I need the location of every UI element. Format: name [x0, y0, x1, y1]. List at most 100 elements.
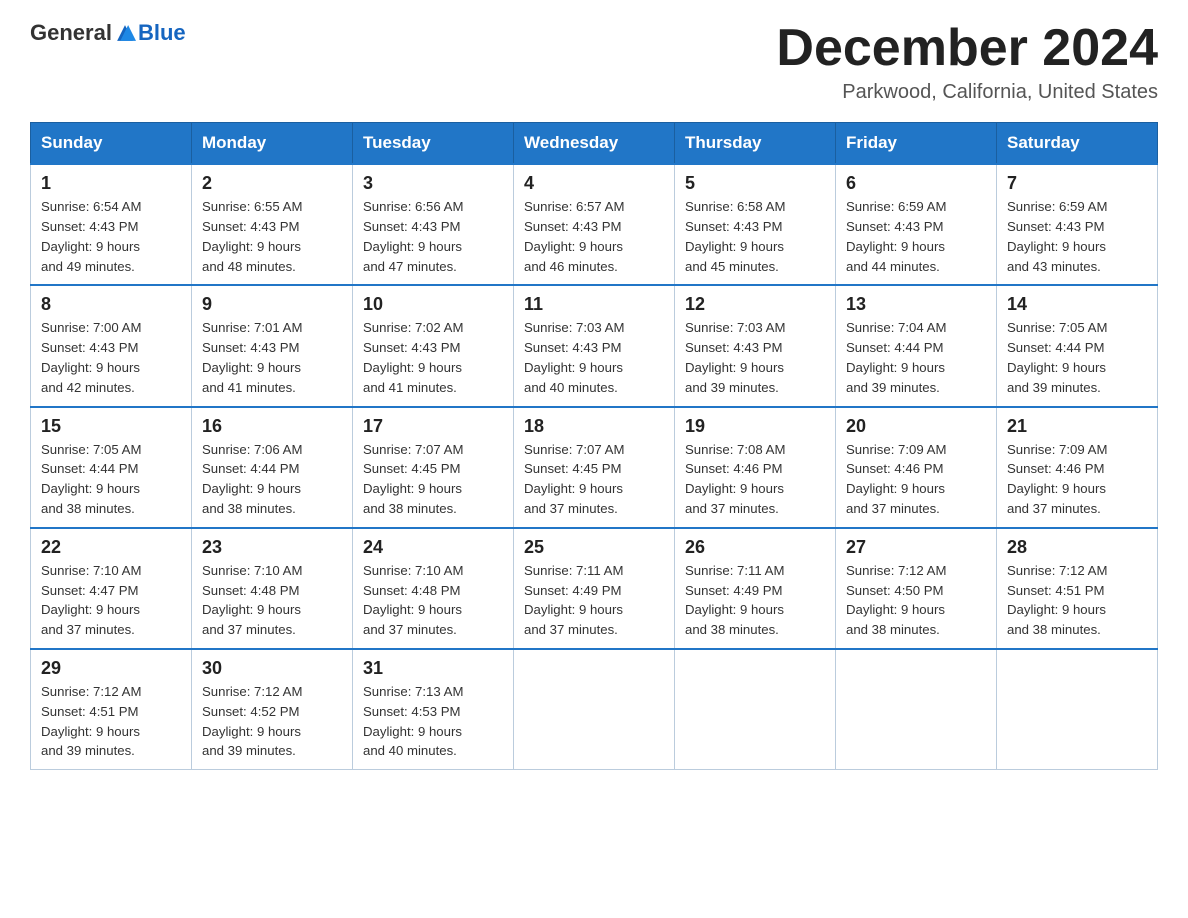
day-number: 10 — [363, 294, 503, 315]
day-info: Sunrise: 6:58 AMSunset: 4:43 PMDaylight:… — [685, 197, 825, 276]
day-number: 1 — [41, 173, 181, 194]
day-info: Sunrise: 6:55 AMSunset: 4:43 PMDaylight:… — [202, 197, 342, 276]
calendar-cell: 11 Sunrise: 7:03 AMSunset: 4:43 PMDayligh… — [514, 285, 675, 406]
day-info: Sunrise: 6:57 AMSunset: 4:43 PMDaylight:… — [524, 197, 664, 276]
header-sunday: Sunday — [31, 123, 192, 165]
day-info: Sunrise: 7:03 AMSunset: 4:43 PMDaylight:… — [524, 318, 664, 397]
logo-icon — [114, 22, 136, 44]
calendar-cell: 24Sunrise: 7:10 AMSunset: 4:48 PMDayligh… — [353, 528, 514, 649]
day-number: 18 — [524, 416, 664, 437]
calendar-cell: 2 Sunrise: 6:55 AMSunset: 4:43 PMDaylight… — [192, 164, 353, 285]
day-number: 11 — [524, 294, 664, 315]
day-number: 7 — [1007, 173, 1147, 194]
header-wednesday: Wednesday — [514, 123, 675, 165]
calendar-cell: 14 Sunrise: 7:05 AMSunset: 4:44 PMDayligh… — [997, 285, 1158, 406]
calendar-cell: 19 Sunrise: 7:08 AMSunset: 4:46 PMDayligh… — [675, 407, 836, 528]
day-info: Sunrise: 7:10 AMSunset: 4:48 PMDaylight:… — [363, 561, 503, 640]
day-number: 6 — [846, 173, 986, 194]
day-info: Sunrise: 7:00 AMSunset: 4:43 PMDaylight:… — [41, 318, 181, 397]
day-number: 31 — [363, 658, 503, 679]
calendar-cell: 5 Sunrise: 6:58 AMSunset: 4:43 PMDaylight… — [675, 164, 836, 285]
day-info: Sunrise: 7:11 AMSunset: 4:49 PMDaylight:… — [685, 561, 825, 640]
day-info: Sunrise: 7:05 AMSunset: 4:44 PMDaylight:… — [1007, 318, 1147, 397]
calendar-cell: 28 Sunrise: 7:12 AMSunset: 4:51 PMDayligh… — [997, 528, 1158, 649]
day-number: 4 — [524, 173, 664, 194]
day-number: 5 — [685, 173, 825, 194]
day-number: 23 — [202, 537, 342, 558]
calendar-cell: 30Sunrise: 7:12 AMSunset: 4:52 PMDayligh… — [192, 649, 353, 770]
day-info: Sunrise: 7:05 AMSunset: 4:44 PMDaylight:… — [41, 440, 181, 519]
day-number: 14 — [1007, 294, 1147, 315]
day-number: 28 — [1007, 537, 1147, 558]
calendar-cell: 9 Sunrise: 7:01 AMSunset: 4:43 PMDaylight… — [192, 285, 353, 406]
day-info: Sunrise: 7:04 AMSunset: 4:44 PMDaylight:… — [846, 318, 986, 397]
day-number: 20 — [846, 416, 986, 437]
day-number: 30 — [202, 658, 342, 679]
location: Parkwood, California, United States — [776, 81, 1158, 104]
day-info: Sunrise: 7:11 AMSunset: 4:49 PMDaylight:… — [524, 561, 664, 640]
calendar-cell: 23 Sunrise: 7:10 AMSunset: 4:48 PMDayligh… — [192, 528, 353, 649]
day-number: 3 — [363, 173, 503, 194]
week-row-2: 8 Sunrise: 7:00 AMSunset: 4:43 PMDaylight… — [31, 285, 1158, 406]
day-info: Sunrise: 7:09 AMSunset: 4:46 PMDaylight:… — [846, 440, 986, 519]
calendar-cell: 26 Sunrise: 7:11 AMSunset: 4:49 PMDayligh… — [675, 528, 836, 649]
header-row: SundayMondayTuesdayWednesdayThursdayFrid… — [31, 123, 1158, 165]
header-saturday: Saturday — [997, 123, 1158, 165]
day-number: 27 — [846, 537, 986, 558]
day-number: 22 — [41, 537, 181, 558]
day-info: Sunrise: 7:01 AMSunset: 4:43 PMDaylight:… — [202, 318, 342, 397]
calendar-cell: 4 Sunrise: 6:57 AMSunset: 4:43 PMDaylight… — [514, 164, 675, 285]
calendar-cell: 31Sunrise: 7:13 AMSunset: 4:53 PMDayligh… — [353, 649, 514, 770]
logo-blue: Blue — [138, 20, 186, 46]
calendar-cell: 10 Sunrise: 7:02 AMSunset: 4:43 PMDayligh… — [353, 285, 514, 406]
calendar-cell: 13 Sunrise: 7:04 AMSunset: 4:44 PMDayligh… — [836, 285, 997, 406]
day-info: Sunrise: 6:54 AMSunset: 4:43 PMDaylight:… — [41, 197, 181, 276]
day-number: 9 — [202, 294, 342, 315]
title-area: December 2024 Parkwood, California, Unit… — [776, 20, 1158, 104]
month-title: December 2024 — [776, 20, 1158, 77]
header-thursday: Thursday — [675, 123, 836, 165]
calendar-cell: 20 Sunrise: 7:09 AMSunset: 4:46 PMDayligh… — [836, 407, 997, 528]
page-header: General Blue December 2024 Parkwood, Cal… — [30, 20, 1158, 104]
calendar-cell — [514, 649, 675, 770]
calendar-cell: 6 Sunrise: 6:59 AMSunset: 4:43 PMDaylight… — [836, 164, 997, 285]
calendar-cell: 22 Sunrise: 7:10 AMSunset: 4:47 PMDayligh… — [31, 528, 192, 649]
day-info: Sunrise: 7:06 AMSunset: 4:44 PMDaylight:… — [202, 440, 342, 519]
calendar-cell: 3 Sunrise: 6:56 AMSunset: 4:43 PMDaylight… — [353, 164, 514, 285]
week-row-4: 22 Sunrise: 7:10 AMSunset: 4:47 PMDayligh… — [31, 528, 1158, 649]
week-row-3: 15 Sunrise: 7:05 AMSunset: 4:44 PMDayligh… — [31, 407, 1158, 528]
calendar-table: SundayMondayTuesdayWednesdayThursdayFrid… — [30, 122, 1158, 770]
day-number: 2 — [202, 173, 342, 194]
day-number: 13 — [846, 294, 986, 315]
day-number: 26 — [685, 537, 825, 558]
week-row-1: 1 Sunrise: 6:54 AMSunset: 4:43 PMDaylight… — [31, 164, 1158, 285]
day-number: 12 — [685, 294, 825, 315]
day-info: Sunrise: 7:12 AMSunset: 4:51 PMDaylight:… — [1007, 561, 1147, 640]
day-info: Sunrise: 6:56 AMSunset: 4:43 PMDaylight:… — [363, 197, 503, 276]
calendar-cell: 15 Sunrise: 7:05 AMSunset: 4:44 PMDayligh… — [31, 407, 192, 528]
day-info: Sunrise: 7:02 AMSunset: 4:43 PMDaylight:… — [363, 318, 503, 397]
day-number: 15 — [41, 416, 181, 437]
calendar-cell: 21Sunrise: 7:09 AMSunset: 4:46 PMDayligh… — [997, 407, 1158, 528]
calendar-cell — [675, 649, 836, 770]
calendar-cell: 12Sunrise: 7:03 AMSunset: 4:43 PMDayligh… — [675, 285, 836, 406]
day-info: Sunrise: 6:59 AMSunset: 4:43 PMDaylight:… — [846, 197, 986, 276]
day-number: 25 — [524, 537, 664, 558]
day-info: Sunrise: 7:10 AMSunset: 4:47 PMDaylight:… — [41, 561, 181, 640]
calendar-cell: 17Sunrise: 7:07 AMSunset: 4:45 PMDayligh… — [353, 407, 514, 528]
day-info: Sunrise: 7:07 AMSunset: 4:45 PMDaylight:… — [524, 440, 664, 519]
day-info: Sunrise: 7:08 AMSunset: 4:46 PMDaylight:… — [685, 440, 825, 519]
day-info: Sunrise: 6:59 AMSunset: 4:43 PMDaylight:… — [1007, 197, 1147, 276]
calendar-cell: 29Sunrise: 7:12 AMSunset: 4:51 PMDayligh… — [31, 649, 192, 770]
day-number: 8 — [41, 294, 181, 315]
header-tuesday: Tuesday — [353, 123, 514, 165]
logo-general: General — [30, 20, 112, 46]
day-number: 21 — [1007, 416, 1147, 437]
logo: General Blue — [30, 20, 186, 46]
day-number: 16 — [202, 416, 342, 437]
week-row-5: 29Sunrise: 7:12 AMSunset: 4:51 PMDayligh… — [31, 649, 1158, 770]
day-number: 19 — [685, 416, 825, 437]
calendar-cell: 18 Sunrise: 7:07 AMSunset: 4:45 PMDayligh… — [514, 407, 675, 528]
calendar-cell: 25 Sunrise: 7:11 AMSunset: 4:49 PMDayligh… — [514, 528, 675, 649]
day-info: Sunrise: 7:10 AMSunset: 4:48 PMDaylight:… — [202, 561, 342, 640]
